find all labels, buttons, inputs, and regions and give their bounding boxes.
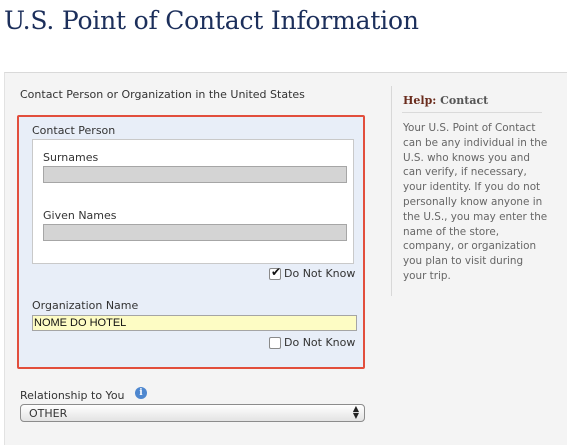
relationship-selected-value: OTHER [29,407,68,420]
relationship-select[interactable]: OTHER ▲ ▼ [20,404,365,422]
select-arrows-icon: ▲ ▼ [352,404,359,420]
given-names-label: Given Names [43,209,117,222]
help-topic: Contact [440,94,489,107]
given-names-field[interactable] [43,224,347,241]
organization-do-not-know-checkbox[interactable] [269,336,281,349]
help-prefix: Help: [403,94,437,107]
organization-do-not-know-row[interactable]: Do Not Know [269,336,355,349]
organization-do-not-know-label: Do Not Know [284,336,356,349]
contact-do-not-know-checkbox[interactable] [269,265,281,280]
section-label: Contact Person or Organization in the Un… [20,88,305,101]
contact-person-label: Contact Person [32,124,116,137]
organization-name-field[interactable]: NOME DO HOTEL [32,315,357,331]
relationship-label: Relationship to You [20,389,125,402]
info-icon[interactable]: i [135,387,147,399]
surnames-label: Surnames [43,151,99,164]
contact-do-not-know-row[interactable]: Do Not Know [269,265,356,280]
page-title: U.S. Point of Contact Information [4,6,419,35]
help-title: Help: Contact [403,94,488,107]
organization-name-label: Organization Name [32,299,139,312]
help-body: Your U.S. Point of Contact can be any in… [403,122,548,282]
help-divider [402,112,542,113]
contact-do-not-know-label: Do Not Know [284,267,356,280]
surnames-field[interactable] [43,166,347,183]
